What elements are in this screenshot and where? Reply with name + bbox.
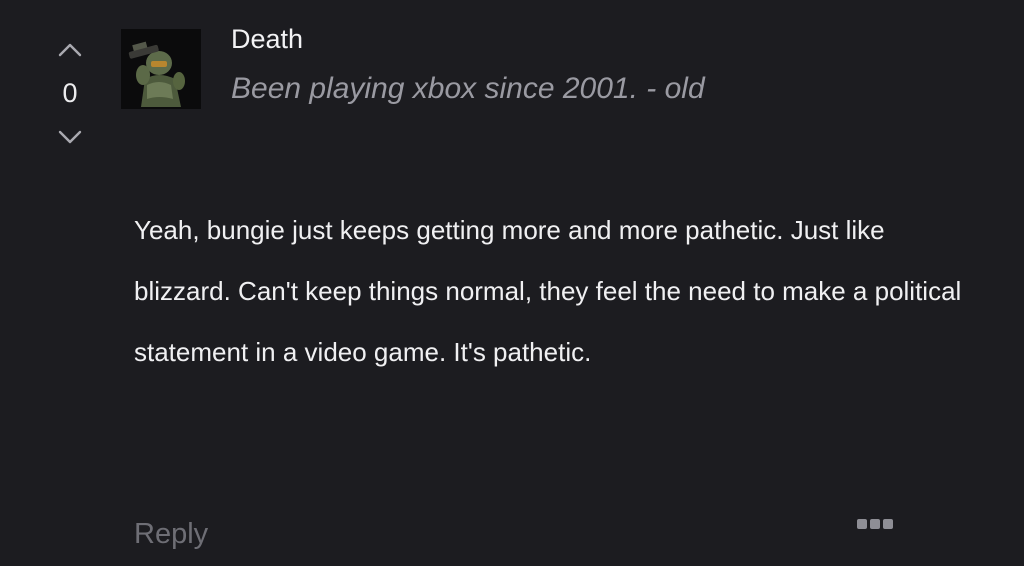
author-subtitle: Been playing xbox since 2001. - old	[231, 72, 705, 105]
more-options-icon	[883, 519, 893, 529]
chevron-up-icon	[58, 43, 82, 57]
avatar[interactable]	[121, 29, 201, 109]
upvote-button[interactable]	[50, 30, 90, 70]
chevron-down-icon	[58, 130, 82, 144]
reply-button[interactable]: Reply	[134, 518, 208, 551]
soldier-avatar-icon	[121, 29, 201, 109]
more-options-icon	[857, 519, 867, 529]
vote-controls: 0	[40, 30, 100, 157]
more-options-button[interactable]	[857, 517, 897, 531]
vote-count: 0	[62, 78, 78, 108]
downvote-button[interactable]	[50, 117, 90, 157]
author-name[interactable]: Death	[231, 24, 303, 55]
comment-text: Yeah, bungie just keeps getting more and…	[134, 215, 962, 367]
more-options-icon	[870, 519, 880, 529]
